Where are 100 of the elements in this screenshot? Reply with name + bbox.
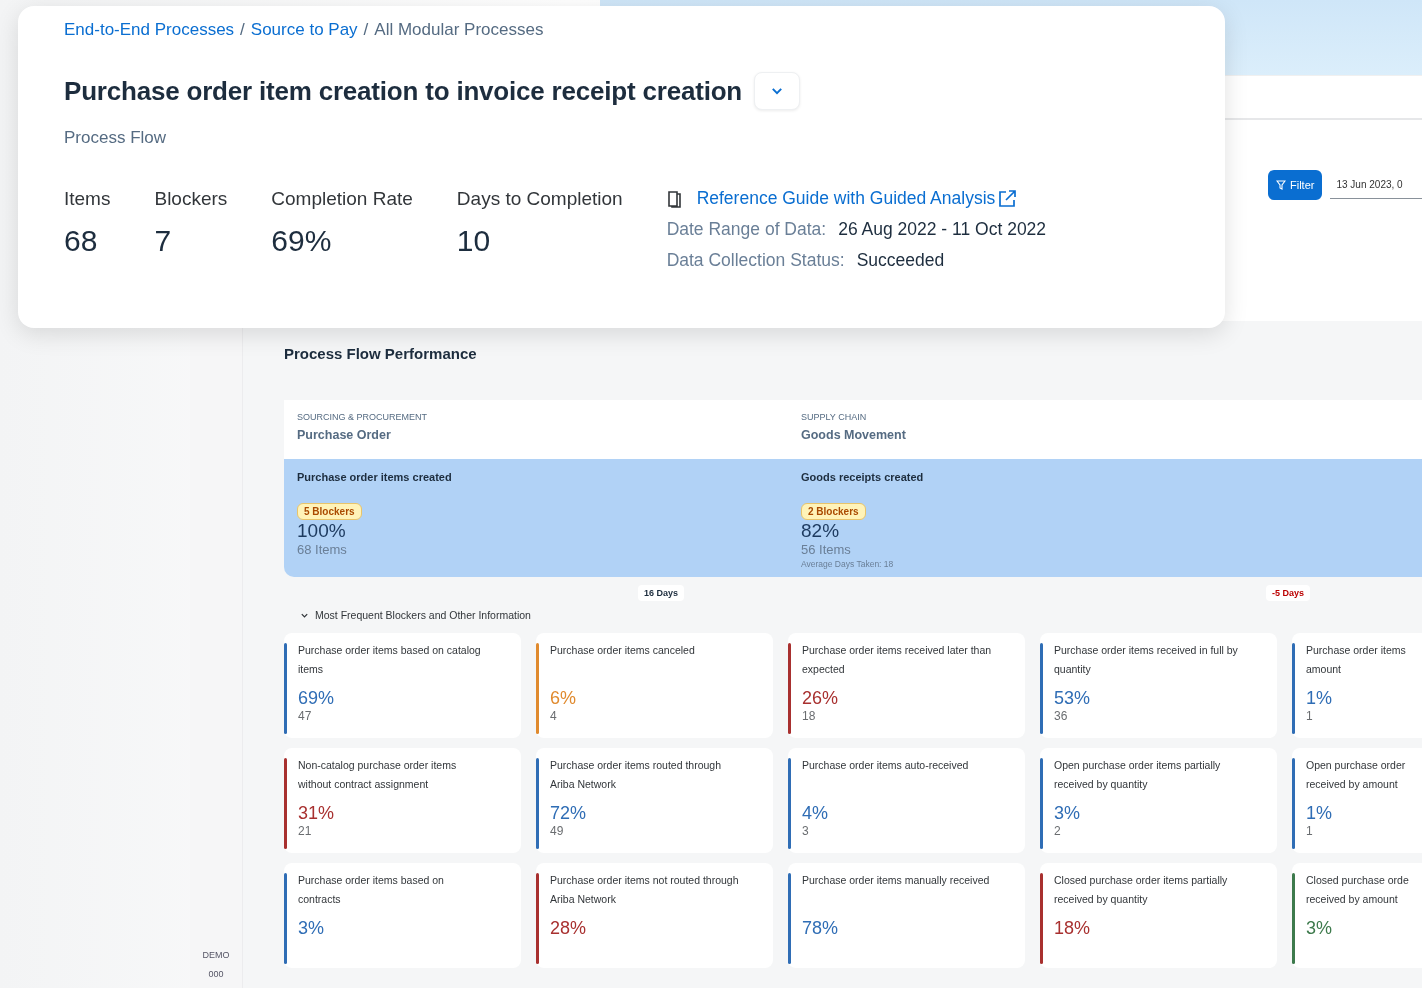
kpi-label: Blockers bbox=[154, 188, 228, 210]
kpi-label: Completion Rate bbox=[271, 188, 413, 210]
card-description: Purchase order items amount bbox=[1306, 643, 1406, 677]
duration-label: 16 Days bbox=[638, 585, 685, 601]
step-percent: 100% bbox=[297, 520, 346, 542]
card-percent: 26% bbox=[802, 688, 840, 709]
title-dropdown-button[interactable] bbox=[754, 72, 801, 110]
card-count: 1 bbox=[1306, 709, 1314, 723]
card-count: 1 bbox=[1306, 824, 1314, 838]
info-value: 26 Aug 2022 - 11 Oct 2022 bbox=[838, 219, 1047, 240]
card-description: Purchase order items canceled bbox=[550, 643, 695, 658]
blockers-badge: 2 Blockers bbox=[801, 503, 866, 520]
card-percent: 3% bbox=[1306, 918, 1333, 939]
section-heading: Process Flow Performance bbox=[284, 345, 478, 362]
blocker-card[interactable]: Purchase order items based on catalog items 69% 47 bbox=[284, 633, 521, 738]
filter-button[interactable]: Filter bbox=[1268, 170, 1323, 200]
step-items: 56 Items bbox=[801, 542, 851, 557]
blocker-card[interactable]: Purchase order items auto-received 4% 3 bbox=[788, 748, 1025, 853]
step-title: Goods receipts created bbox=[801, 471, 924, 483]
card-description: Open purchase order received by amount bbox=[1306, 758, 1406, 792]
card-description: Purchase order items auto-received bbox=[802, 758, 969, 773]
average-days: Average Days Taken: 18 bbox=[801, 559, 894, 569]
blocker-card[interactable]: Non-catalog purchase order items without contract assignment 31% 21 bbox=[284, 748, 521, 853]
card-percent: 53% bbox=[1054, 688, 1092, 709]
blocker-card[interactable]: Purchase order items manually received 78% bbox=[788, 863, 1025, 968]
card-percent: 6% bbox=[550, 688, 577, 709]
book-icon bbox=[666, 189, 683, 208]
kpi-value: 69% bbox=[271, 224, 333, 258]
demo-number: 000 bbox=[207, 968, 225, 981]
card-count: 18 bbox=[802, 709, 817, 723]
breadcrumb-link[interactable]: End-to-End Processes bbox=[64, 20, 235, 40]
breadcrumb-link[interactable]: Source to Pay bbox=[250, 20, 358, 40]
stage-category: SOURCING & PROCUREMENT bbox=[297, 412, 428, 422]
demo-label: DEMO bbox=[202, 949, 230, 962]
card-description: Purchase order items based on contracts bbox=[298, 873, 444, 907]
page-subtitle: Process Flow bbox=[64, 128, 168, 148]
card-percent: 4% bbox=[802, 803, 829, 824]
card-count: 49 bbox=[550, 824, 565, 838]
blocker-card[interactable]: Purchase order items routed through Ariba Network 72% 49 bbox=[536, 748, 773, 853]
blocker-card[interactable]: Purchase order items amount 1% 1 bbox=[1292, 633, 1422, 738]
card-description: Closed purchase order items partially received by quantity bbox=[1054, 873, 1228, 907]
card-count: 2 bbox=[1054, 824, 1062, 838]
info-value: Succeeded bbox=[856, 250, 945, 271]
step-percent: 82% bbox=[801, 520, 840, 542]
process-step[interactable]: Purchase order items created 5 Blockers 100% 68 Items bbox=[284, 459, 788, 577]
stage-category: SUPPLY CHAIN bbox=[801, 412, 868, 422]
process-step[interactable]: Goods receipts created 2 Blockers 82% 56 Items Average Days Taken: 18 bbox=[788, 459, 1422, 577]
card-percent: 3% bbox=[298, 918, 325, 939]
blocker-card[interactable]: Closed purchase order items partially received by quantity 18% bbox=[1040, 863, 1277, 968]
reference-guide-link[interactable]: Reference Guide with Guided Analysis bbox=[696, 188, 1018, 209]
card-percent: 72% bbox=[550, 803, 588, 824]
external-link-icon bbox=[997, 188, 1018, 209]
blockers-toggle[interactable]: Most Frequent Blockers and Other Information bbox=[300, 609, 531, 621]
blocker-card[interactable]: Purchase order items received in full by quantity 53% 36 bbox=[1040, 633, 1277, 738]
blockers-badge: 5 Blockers bbox=[297, 503, 362, 520]
blocker-card[interactable]: Closed purchase orde received by amount 3% bbox=[1292, 863, 1422, 968]
step-title: Purchase order items created bbox=[297, 471, 452, 483]
card-percent: 28% bbox=[550, 918, 588, 939]
card-description: Purchase order items not routed through Ariba Network bbox=[550, 873, 739, 907]
card-percent: 31% bbox=[298, 803, 336, 824]
card-count: 21 bbox=[298, 824, 313, 838]
card-count: 47 bbox=[298, 709, 313, 723]
card-percent: 78% bbox=[802, 918, 840, 939]
card-description: Purchase order items manually received bbox=[802, 873, 990, 888]
blocker-card[interactable]: Purchase order items based on contracts 3% bbox=[284, 863, 521, 968]
card-count: 4 bbox=[550, 709, 558, 723]
filter-icon bbox=[1276, 180, 1286, 190]
blocker-card[interactable]: Open purchase order items partially received by quantity 3% 2 bbox=[1040, 748, 1277, 853]
card-description: Purchase order items based on catalog items bbox=[298, 643, 481, 677]
card-percent: 3% bbox=[1054, 803, 1081, 824]
card-percent: 1% bbox=[1306, 803, 1333, 824]
kpi-label: Days to Completion bbox=[456, 188, 623, 210]
breadcrumb-separator: / bbox=[240, 20, 245, 40]
breadcrumb-current: All Modular Processes bbox=[374, 20, 544, 40]
card-description: Purchase order items routed through Ariba Network bbox=[550, 758, 721, 792]
stage-name: Purchase Order bbox=[297, 428, 392, 442]
breadcrumb-separator: / bbox=[363, 20, 369, 40]
stage-name: Goods Movement bbox=[801, 428, 907, 442]
card-percent: 69% bbox=[298, 688, 336, 709]
page-title: Purchase order item creation to invoice receipt creation bbox=[64, 75, 743, 107]
blocker-card[interactable]: Purchase order items received later than expected 26% 18 bbox=[788, 633, 1025, 738]
blocker-card[interactable]: Open purchase order received by amount 1% 1 bbox=[1292, 748, 1422, 853]
kpi-value: 10 bbox=[456, 224, 492, 258]
info-label: Date Range of Data: bbox=[666, 219, 827, 240]
info-label: Data Collection Status: bbox=[666, 250, 845, 271]
card-description: Purchase order items received in full by quantity bbox=[1054, 643, 1238, 677]
card-description: Non-catalog purchase order items without contract assignment bbox=[298, 758, 457, 792]
card-percent: 1% bbox=[1306, 688, 1333, 709]
duration-label: -5 Days bbox=[1266, 585, 1311, 601]
kpi-value: 7 bbox=[154, 224, 173, 258]
blocker-card[interactable]: Purchase order items canceled 6% 4 bbox=[536, 633, 773, 738]
card-description: Open purchase order items partially received by quantity bbox=[1054, 758, 1221, 792]
blocker-card[interactable]: Purchase order items not routed through Ariba Network 28% bbox=[536, 863, 773, 968]
kpi-label: Items bbox=[64, 188, 111, 210]
card-description: Closed purchase orde received by amount bbox=[1306, 873, 1409, 907]
card-percent: 18% bbox=[1054, 918, 1092, 939]
kpi-value: 68 bbox=[64, 224, 99, 258]
card-description: Purchase order items received later than expected bbox=[802, 643, 992, 677]
card-count: 36 bbox=[1054, 709, 1069, 723]
step-items: 68 Items bbox=[297, 542, 347, 557]
